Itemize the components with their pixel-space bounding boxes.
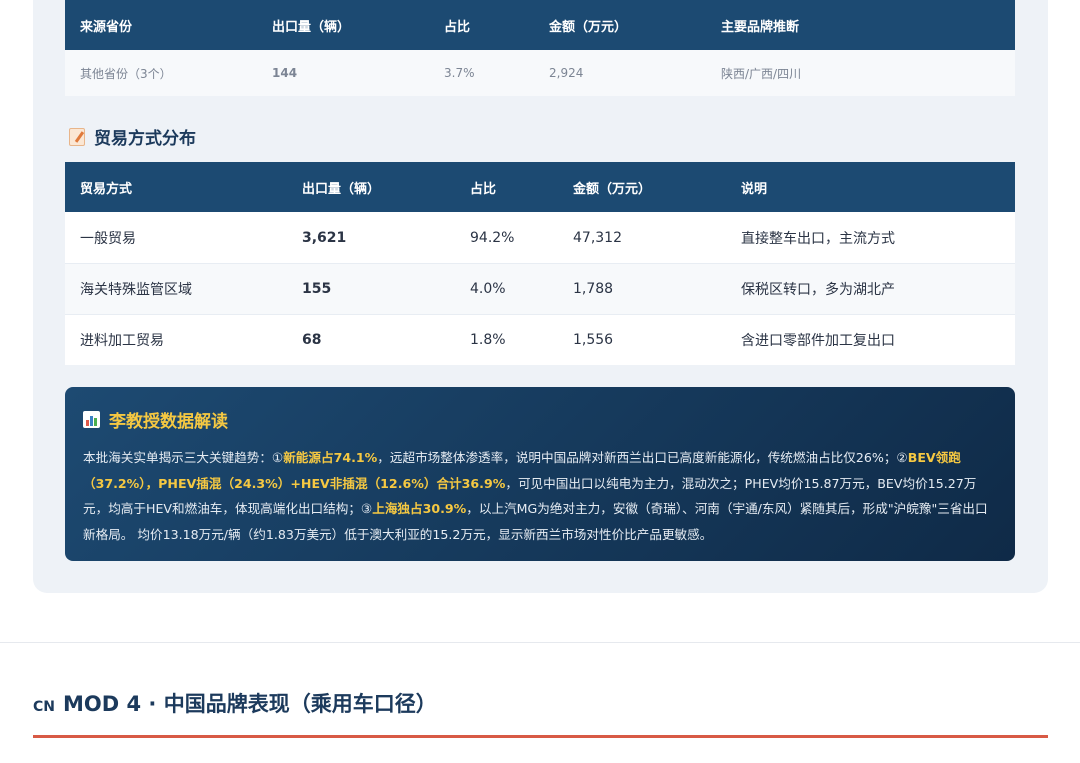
insight-text: ，远超市场整体渗透率，说明中国品牌对新西兰出口已高度新能源化，传统燃油占比仅26…	[377, 450, 908, 465]
insight-title: 李教授数据解读	[83, 407, 997, 432]
insight-highlight: 新能源占74.1%	[283, 450, 378, 465]
insight-body: 本批海关实单揭示三大关键趋势：①新能源占74.1%，远超市场整体渗透率，说明中国…	[83, 445, 997, 547]
section-title-text: 贸易方式分布	[94, 129, 196, 149]
cell-amount: 2,924	[549, 66, 584, 80]
insight-box: 李教授数据解读 本批海关实单揭示三大关键趋势：①新能源占74.1%，远超市场整体…	[65, 387, 1015, 561]
cell-share: 94.2%	[470, 229, 515, 246]
bar-chart-icon	[83, 411, 100, 428]
header-cell: 出口量（辆）	[272, 19, 351, 35]
cell-volume: 155	[302, 281, 332, 297]
table-row: 海关特殊监管区域 155 4.0% 1,788 保税区转口，多为湖北产	[65, 263, 1015, 314]
insight-highlight: 上海独占30.9%	[372, 501, 467, 516]
header-cell: 主要品牌推断	[721, 19, 800, 35]
trade-table: 贸易方式 出口量（辆） 占比 金额（万元） 说明 一般贸易 3,621 94.2…	[65, 162, 1015, 365]
cell-share: 1.8%	[470, 332, 506, 348]
header-cell: 说明	[741, 181, 768, 197]
province-table: 来源省份 出口量（辆） 占比 金额（万元） 主要品牌推断 其他省份（3个） 14…	[65, 0, 1015, 96]
cell-amount: 1,556	[573, 332, 614, 348]
heading-underline	[33, 735, 1048, 738]
cell-volume: 144	[272, 66, 298, 80]
header-cell: 贸易方式	[80, 181, 133, 197]
cell-brands: 陕西/广西/四川	[721, 66, 802, 81]
cell-share: 4.0%	[470, 281, 506, 297]
cell-note: 保税区转口，多为湖北产	[741, 282, 895, 298]
table-header: 来源省份 出口量（辆） 占比 金额（万元） 主要品牌推断	[65, 0, 1015, 50]
insight-text: 本批海关实单揭示三大关键趋势：①	[83, 450, 284, 465]
module-heading: CN MOD 4 · 中国品牌表现（乘用车口径）	[33, 688, 437, 718]
header-cell: 出口量（辆）	[302, 181, 381, 197]
cell-volume: 68	[302, 332, 322, 348]
header-cell: 占比	[470, 181, 497, 197]
module-title: MOD 4 · 中国品牌表现（乘用车口径）	[63, 692, 437, 716]
cell-note: 直接整车出口，主流方式	[741, 230, 895, 247]
cell-share: 3.7%	[444, 66, 475, 80]
section-title: 贸易方式分布	[69, 124, 196, 149]
cell-province: 其他省份（3个）	[80, 66, 172, 81]
cell-trade-mode: 一般贸易	[80, 230, 136, 247]
insight-title-text: 李教授数据解读	[109, 412, 228, 432]
cell-note: 含进口零部件加工复出口	[741, 333, 895, 349]
memo-icon	[69, 127, 85, 146]
header-cell: 来源省份	[80, 19, 133, 35]
section-divider	[0, 642, 1080, 643]
header-cell: 金额（万元）	[549, 19, 628, 35]
cell-trade-mode: 进料加工贸易	[80, 333, 164, 349]
cell-amount: 1,788	[573, 281, 614, 297]
cell-volume: 3,621	[302, 229, 347, 246]
flag-label: CN	[33, 699, 55, 715]
table-row: 一般贸易 3,621 94.2% 47,312 直接整车出口，主流方式	[65, 212, 1015, 263]
table-row: 进料加工贸易 68 1.8% 1,556 含进口零部件加工复出口	[65, 314, 1015, 365]
cell-trade-mode: 海关特殊监管区域	[80, 282, 192, 298]
header-cell: 占比	[444, 19, 471, 35]
table-row: 其他省份（3个） 144 3.7% 2,924 陕西/广西/四川	[65, 50, 1015, 96]
table-header: 贸易方式 出口量（辆） 占比 金额（万元） 说明	[65, 162, 1015, 212]
header-cell: 金额（万元）	[573, 181, 652, 197]
cell-amount: 47,312	[573, 229, 622, 246]
